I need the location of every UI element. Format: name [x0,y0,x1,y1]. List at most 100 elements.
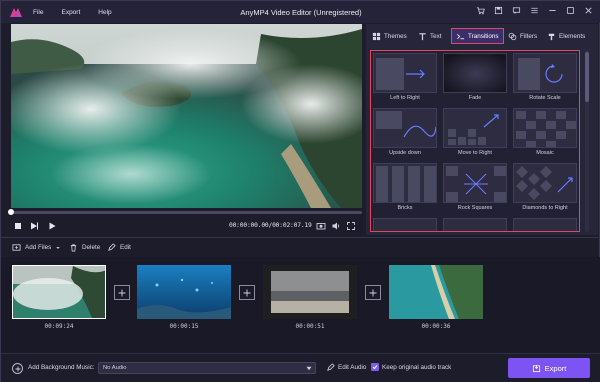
transition-item[interactable]: Fade [443,53,507,104]
effects-panel: Themes Text Transitions Filters Elements [366,24,598,235]
transition-item[interactable]: Bricks [373,163,437,214]
add-files-button[interactable]: Add Files [12,243,61,252]
minimize-icon[interactable] [548,6,557,15]
text-icon [419,32,426,40]
plus-icon [118,289,126,296]
play-previous-icon[interactable] [29,221,39,231]
transitions-grid: Left to Right Fade Rotate Scale Upside d… [373,53,577,231]
transition-thumb-left-to-right [373,53,437,93]
edit-label: Edit [120,244,131,251]
add-transition-button[interactable] [239,285,255,300]
close-icon[interactable] [584,6,593,15]
export-button[interactable]: Export [508,358,590,378]
add-transition-button[interactable] [114,285,130,300]
seek-handle[interactable] [8,209,14,215]
export-label: Export [544,363,567,373]
transition-label: Rock Squares [457,205,493,211]
tab-themes[interactable]: Themes [372,28,407,44]
tab-elements[interactable]: Elements [547,28,585,44]
transition-label: Fade [468,95,482,101]
menu-bar: File Export Help [33,1,112,23]
audio-select-value: No Audio [103,365,127,371]
tab-elements-label: Elements [559,32,586,40]
delete-button[interactable]: Delete [69,243,100,252]
menu-file[interactable]: File [33,9,43,16]
transition-thumb-bricks [373,163,437,203]
edit-button[interactable]: Edit [107,243,131,252]
chevron-down-icon [306,366,312,371]
transition-label: Left to Right [390,95,420,101]
transition-label: Rotate Scale [529,95,561,101]
clip-thumbnail [389,265,483,319]
menu-help[interactable]: Help [98,9,111,16]
maximize-icon[interactable] [566,6,575,15]
transition-thumb-rock-squares [443,163,507,203]
transition-item[interactable]: Move to Right [443,108,507,159]
elements-icon [548,33,555,40]
keep-audio-label: Keep original audio track [382,363,452,371]
transition-thumb-upside-down [373,108,437,148]
stop-icon[interactable] [13,221,23,231]
video-preview[interactable] [11,24,362,208]
snapshot-icon[interactable] [316,221,326,231]
seek-bar[interactable] [11,211,362,214]
timeline-clip-4[interactable] [389,265,483,319]
fullscreen-icon[interactable] [346,221,356,231]
transition-thumb-partial [443,218,507,231]
timeline-clip-3[interactable] [263,265,357,319]
tab-filters[interactable]: Filters [508,28,537,44]
timecode-display: 00:00:00.00/00:02:07.19 [229,222,312,229]
transition-thumb-partial [373,218,437,231]
tab-themes-label: Themes [384,32,407,40]
edit-audio-label: Edit Audio [338,364,367,371]
transition-item[interactable]: Left to Right [373,53,437,104]
play-icon[interactable] [47,221,57,231]
add-files-label: Add Files [25,244,52,251]
transitions-icon [457,33,465,39]
menu-export[interactable]: Export [61,9,80,16]
timeline-clip-1[interactable] [12,265,106,319]
feedback-icon[interactable] [512,6,521,15]
transition-label: Diamonds to Right [522,205,568,211]
effects-tabs: Themes Text Transitions Filters Elements [366,24,598,48]
clip-duration: 00:09:24 [44,323,74,330]
transition-item[interactable] [443,218,507,231]
window-controls [476,6,593,15]
transition-label: Move to Right [458,150,492,156]
plus-icon [369,289,377,296]
plus-icon [15,366,20,371]
add-background-music-button[interactable] [12,363,23,374]
transition-item[interactable] [373,218,437,231]
edit-icon [108,243,116,251]
timeline-clip-2[interactable] [137,265,231,319]
panel-scrollbar-thumb[interactable] [585,52,589,102]
tab-text-label: Text [430,32,442,40]
transition-item[interactable]: Rock Squares [443,163,507,214]
trash-icon [70,244,77,252]
clip-thumbnail [13,266,105,318]
edit-audio-button[interactable]: Edit Audio [326,363,366,372]
transition-item[interactable]: Upside down [373,108,437,159]
background-music-label: Add Background Music: [28,364,95,371]
tab-text[interactable]: Text [418,28,442,44]
volume-icon[interactable] [331,221,341,231]
transition-thumb-fade [443,53,507,93]
checkbox-checked-icon[interactable] [371,363,379,371]
save-icon[interactable] [494,6,503,15]
export-icon [532,364,540,372]
add-transition-button[interactable] [365,285,381,300]
keep-audio-checkbox[interactable]: Keep original audio track [371,363,451,371]
timeline-toolbar: Add Files Delete Edit [1,237,600,257]
background-audio-select[interactable]: No Audio [98,362,316,374]
transition-item[interactable]: Diamonds to Right [513,163,577,214]
tab-transitions-label: Transitions [468,32,499,40]
menu-icon[interactable] [530,6,539,15]
transition-item[interactable]: Rotate Scale [513,53,577,104]
transition-item[interactable] [513,218,577,231]
cart-icon[interactable] [476,6,485,15]
tab-transitions[interactable]: Transitions [451,28,504,44]
app-window: File Export Help AnyMP4 Video Editor (Un… [0,0,600,382]
chevron-down-icon[interactable] [55,245,61,251]
transition-item[interactable]: Mosaic [513,108,577,159]
plus-icon [243,289,251,296]
